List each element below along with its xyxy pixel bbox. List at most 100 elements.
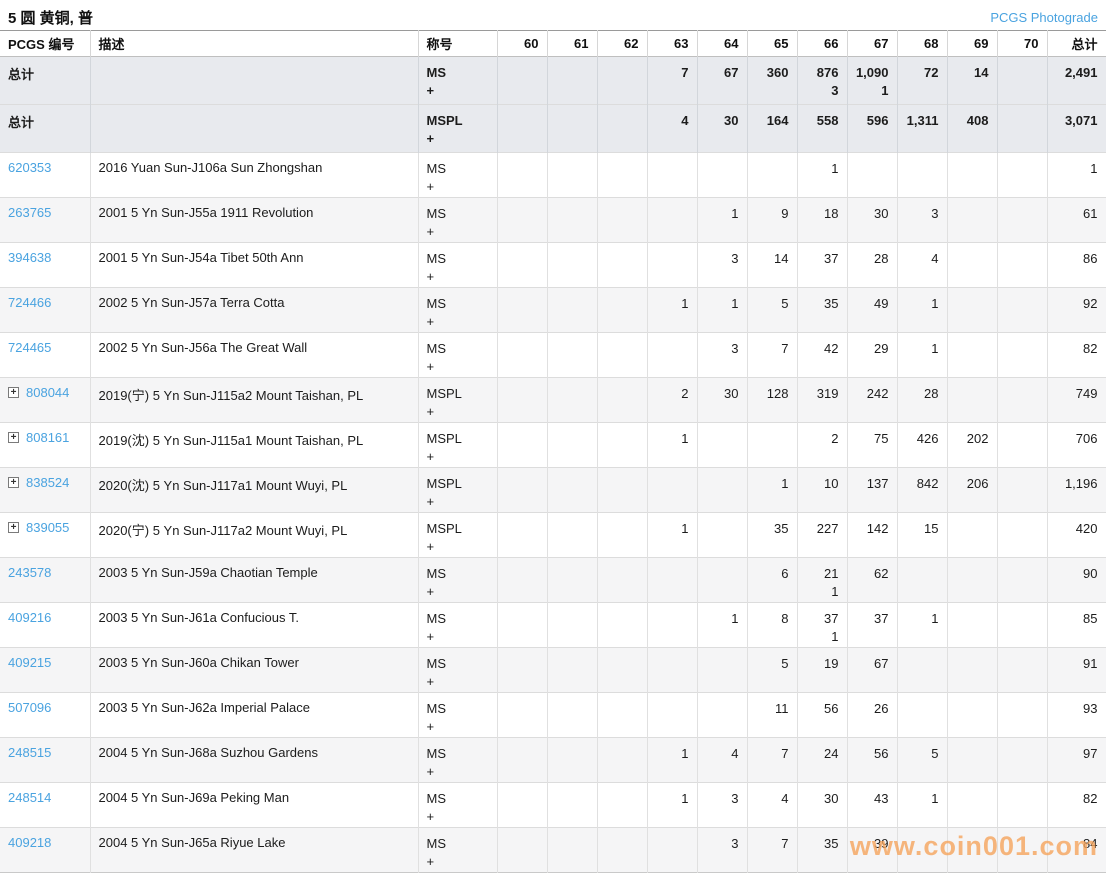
grade-count-cell: 4 bbox=[697, 738, 747, 783]
grade-count: 142 bbox=[856, 520, 889, 538]
grade-count-cell bbox=[747, 423, 797, 468]
grade-count-cell: 842 bbox=[897, 468, 947, 513]
designation-cell: MSPL+ bbox=[418, 468, 497, 513]
grade-count-cell: 30 bbox=[697, 378, 747, 423]
grade-count-cell bbox=[897, 558, 947, 603]
pcgs-number-cell: 248514 bbox=[0, 783, 90, 828]
row-total: 86 bbox=[1056, 250, 1098, 268]
table-row: 808044 2019(宁) 5 Yn Sun-J115a2 Mount Tais… bbox=[0, 378, 1106, 423]
grade-count-cell bbox=[597, 198, 647, 243]
pcgs-number-link[interactable]: 394638 bbox=[8, 250, 51, 265]
grade-count-cell: 5 bbox=[747, 648, 797, 693]
pcgs-number-link[interactable]: 808161 bbox=[26, 430, 69, 445]
expand-plus-icon[interactable] bbox=[8, 522, 19, 533]
row-total-cell: 3,071 bbox=[1047, 105, 1106, 153]
grade-count: 3 bbox=[706, 340, 739, 358]
designation-plus: + bbox=[427, 313, 489, 331]
pcgs-number-link[interactable]: 724466 bbox=[8, 295, 51, 310]
grade-count: 4 bbox=[706, 745, 739, 763]
description-text: 2004 5 Yn Sun-J65a Riyue Lake bbox=[99, 835, 286, 850]
designation-plus: + bbox=[427, 223, 489, 241]
grade-count: 30 bbox=[706, 385, 739, 403]
grade-count-cell: 558 bbox=[797, 105, 847, 153]
grade-count: 876 bbox=[806, 64, 839, 82]
grade-count-cell: 1 bbox=[897, 333, 947, 378]
description-text: 2003 5 Yn Sun-J61a Confucious T. bbox=[99, 610, 299, 625]
row-total: 90 bbox=[1056, 565, 1098, 583]
grade-plus-count: 1 bbox=[856, 82, 889, 100]
pcgs-number-cell: 507096 bbox=[0, 693, 90, 738]
pcgs-number-link[interactable]: 838524 bbox=[26, 475, 69, 490]
pcgs-number-link[interactable]: 409216 bbox=[8, 610, 51, 625]
description-text: 2020(宁) 5 Yn Sun-J117a2 Mount Wuyi, PL bbox=[99, 523, 348, 538]
grade-count: 319 bbox=[806, 385, 839, 403]
expand-plus-icon[interactable] bbox=[8, 477, 19, 488]
header-row: PCGS 编号 描述 称号 60 61 62 63 64 65 66 67 68… bbox=[0, 31, 1106, 57]
row-total-cell: 420 bbox=[1047, 513, 1106, 558]
pcgs-number-link[interactable]: 507096 bbox=[8, 700, 51, 715]
table-row: 4092162003 5 Yn Sun-J61a Confucious T.MS… bbox=[0, 603, 1106, 648]
pcgs-number-link[interactable]: 243578 bbox=[8, 565, 51, 580]
col-header-61: 61 bbox=[547, 31, 597, 57]
grade-count-cell bbox=[647, 198, 697, 243]
grade-count-cell: 30 bbox=[797, 783, 847, 828]
grade-count: 4 bbox=[656, 112, 689, 130]
pcgs-number-link[interactable]: 839055 bbox=[26, 520, 69, 535]
pcgs-number-cell: 839055 bbox=[0, 513, 90, 558]
grade-count-cell bbox=[497, 783, 547, 828]
grade-count-cell: 211 bbox=[797, 558, 847, 603]
grade-count: 37 bbox=[806, 250, 839, 268]
pcgs-number-link[interactable]: 248514 bbox=[8, 790, 51, 805]
table-row: 808161 2019(沈) 5 Yn Sun-J115a1 Mount Tais… bbox=[0, 423, 1106, 468]
grade-count-cell: 1 bbox=[747, 468, 797, 513]
pcgs-number-link[interactable]: 409218 bbox=[8, 835, 51, 850]
grade-count-cell bbox=[947, 378, 997, 423]
expand-plus-icon[interactable] bbox=[8, 387, 19, 398]
grade-count-cell: 371 bbox=[797, 603, 847, 648]
top-bar: 5 圆 黄铜, 普 PCGS Photograde bbox=[0, 0, 1106, 30]
pcgs-number-cell: 总计 bbox=[0, 57, 90, 105]
grade-count: 5 bbox=[756, 295, 789, 313]
pcgs-number-link[interactable]: 724465 bbox=[8, 340, 51, 355]
table-row: 2637652001 5 Yn Sun-J55a 1911 Revolution… bbox=[0, 198, 1106, 243]
grade-count-cell bbox=[997, 738, 1047, 783]
expand-plus-icon[interactable] bbox=[8, 432, 19, 443]
designation-plus: + bbox=[427, 808, 489, 826]
pcgs-number-cell: 808161 bbox=[0, 423, 90, 468]
pcgs-number-link[interactable]: 808044 bbox=[26, 385, 69, 400]
grade-count: 1 bbox=[806, 160, 839, 178]
col-header-total: 总计 bbox=[1047, 31, 1106, 57]
table-row: 4092182004 5 Yn Sun-J65a Riyue LakeMS+37… bbox=[0, 828, 1106, 873]
row-total-cell: 86 bbox=[1047, 243, 1106, 288]
description-cell: 2019(宁) 5 Yn Sun-J115a2 Mount Taishan, P… bbox=[90, 378, 418, 423]
grade-count: 56 bbox=[856, 745, 889, 763]
grade-count: 1 bbox=[656, 430, 689, 448]
pcgs-number-link[interactable]: 248515 bbox=[8, 745, 51, 760]
designation-cell: MS+ bbox=[418, 333, 497, 378]
grade-count: 35 bbox=[806, 835, 839, 853]
pcgs-photograde-link[interactable]: PCGS Photograde bbox=[990, 10, 1098, 25]
grade-count-cell: 56 bbox=[797, 693, 847, 738]
grade-count: 164 bbox=[756, 112, 789, 130]
grade-count-cell bbox=[997, 153, 1047, 198]
description-cell: 2019(沈) 5 Yn Sun-J115a1 Mount Taishan, P… bbox=[90, 423, 418, 468]
grade-count-cell: 2 bbox=[797, 423, 847, 468]
pcgs-number-link[interactable]: 620353 bbox=[8, 160, 51, 175]
grade-count-cell: 7 bbox=[747, 828, 797, 873]
grade-count: 37 bbox=[856, 610, 889, 628]
grade-plus-count: 1 bbox=[806, 583, 839, 601]
grade-count-cell: 72 bbox=[897, 57, 947, 105]
grade-count-cell: 1 bbox=[647, 738, 697, 783]
grade-count: 7 bbox=[756, 835, 789, 853]
pcgs-number-link[interactable]: 409215 bbox=[8, 655, 51, 670]
grade-count-cell bbox=[897, 693, 947, 738]
grade-count-cell bbox=[597, 738, 647, 783]
grade-count-cell: 35 bbox=[797, 828, 847, 873]
grade-count-cell: 35 bbox=[747, 513, 797, 558]
grade-count-cell: 164 bbox=[747, 105, 797, 153]
pcgs-number-link[interactable]: 263765 bbox=[8, 205, 51, 220]
designation-text: MSPL bbox=[427, 475, 489, 493]
designation-text: MS bbox=[427, 64, 489, 82]
col-header-65: 65 bbox=[747, 31, 797, 57]
pcgs-number-cell: 724466 bbox=[0, 288, 90, 333]
